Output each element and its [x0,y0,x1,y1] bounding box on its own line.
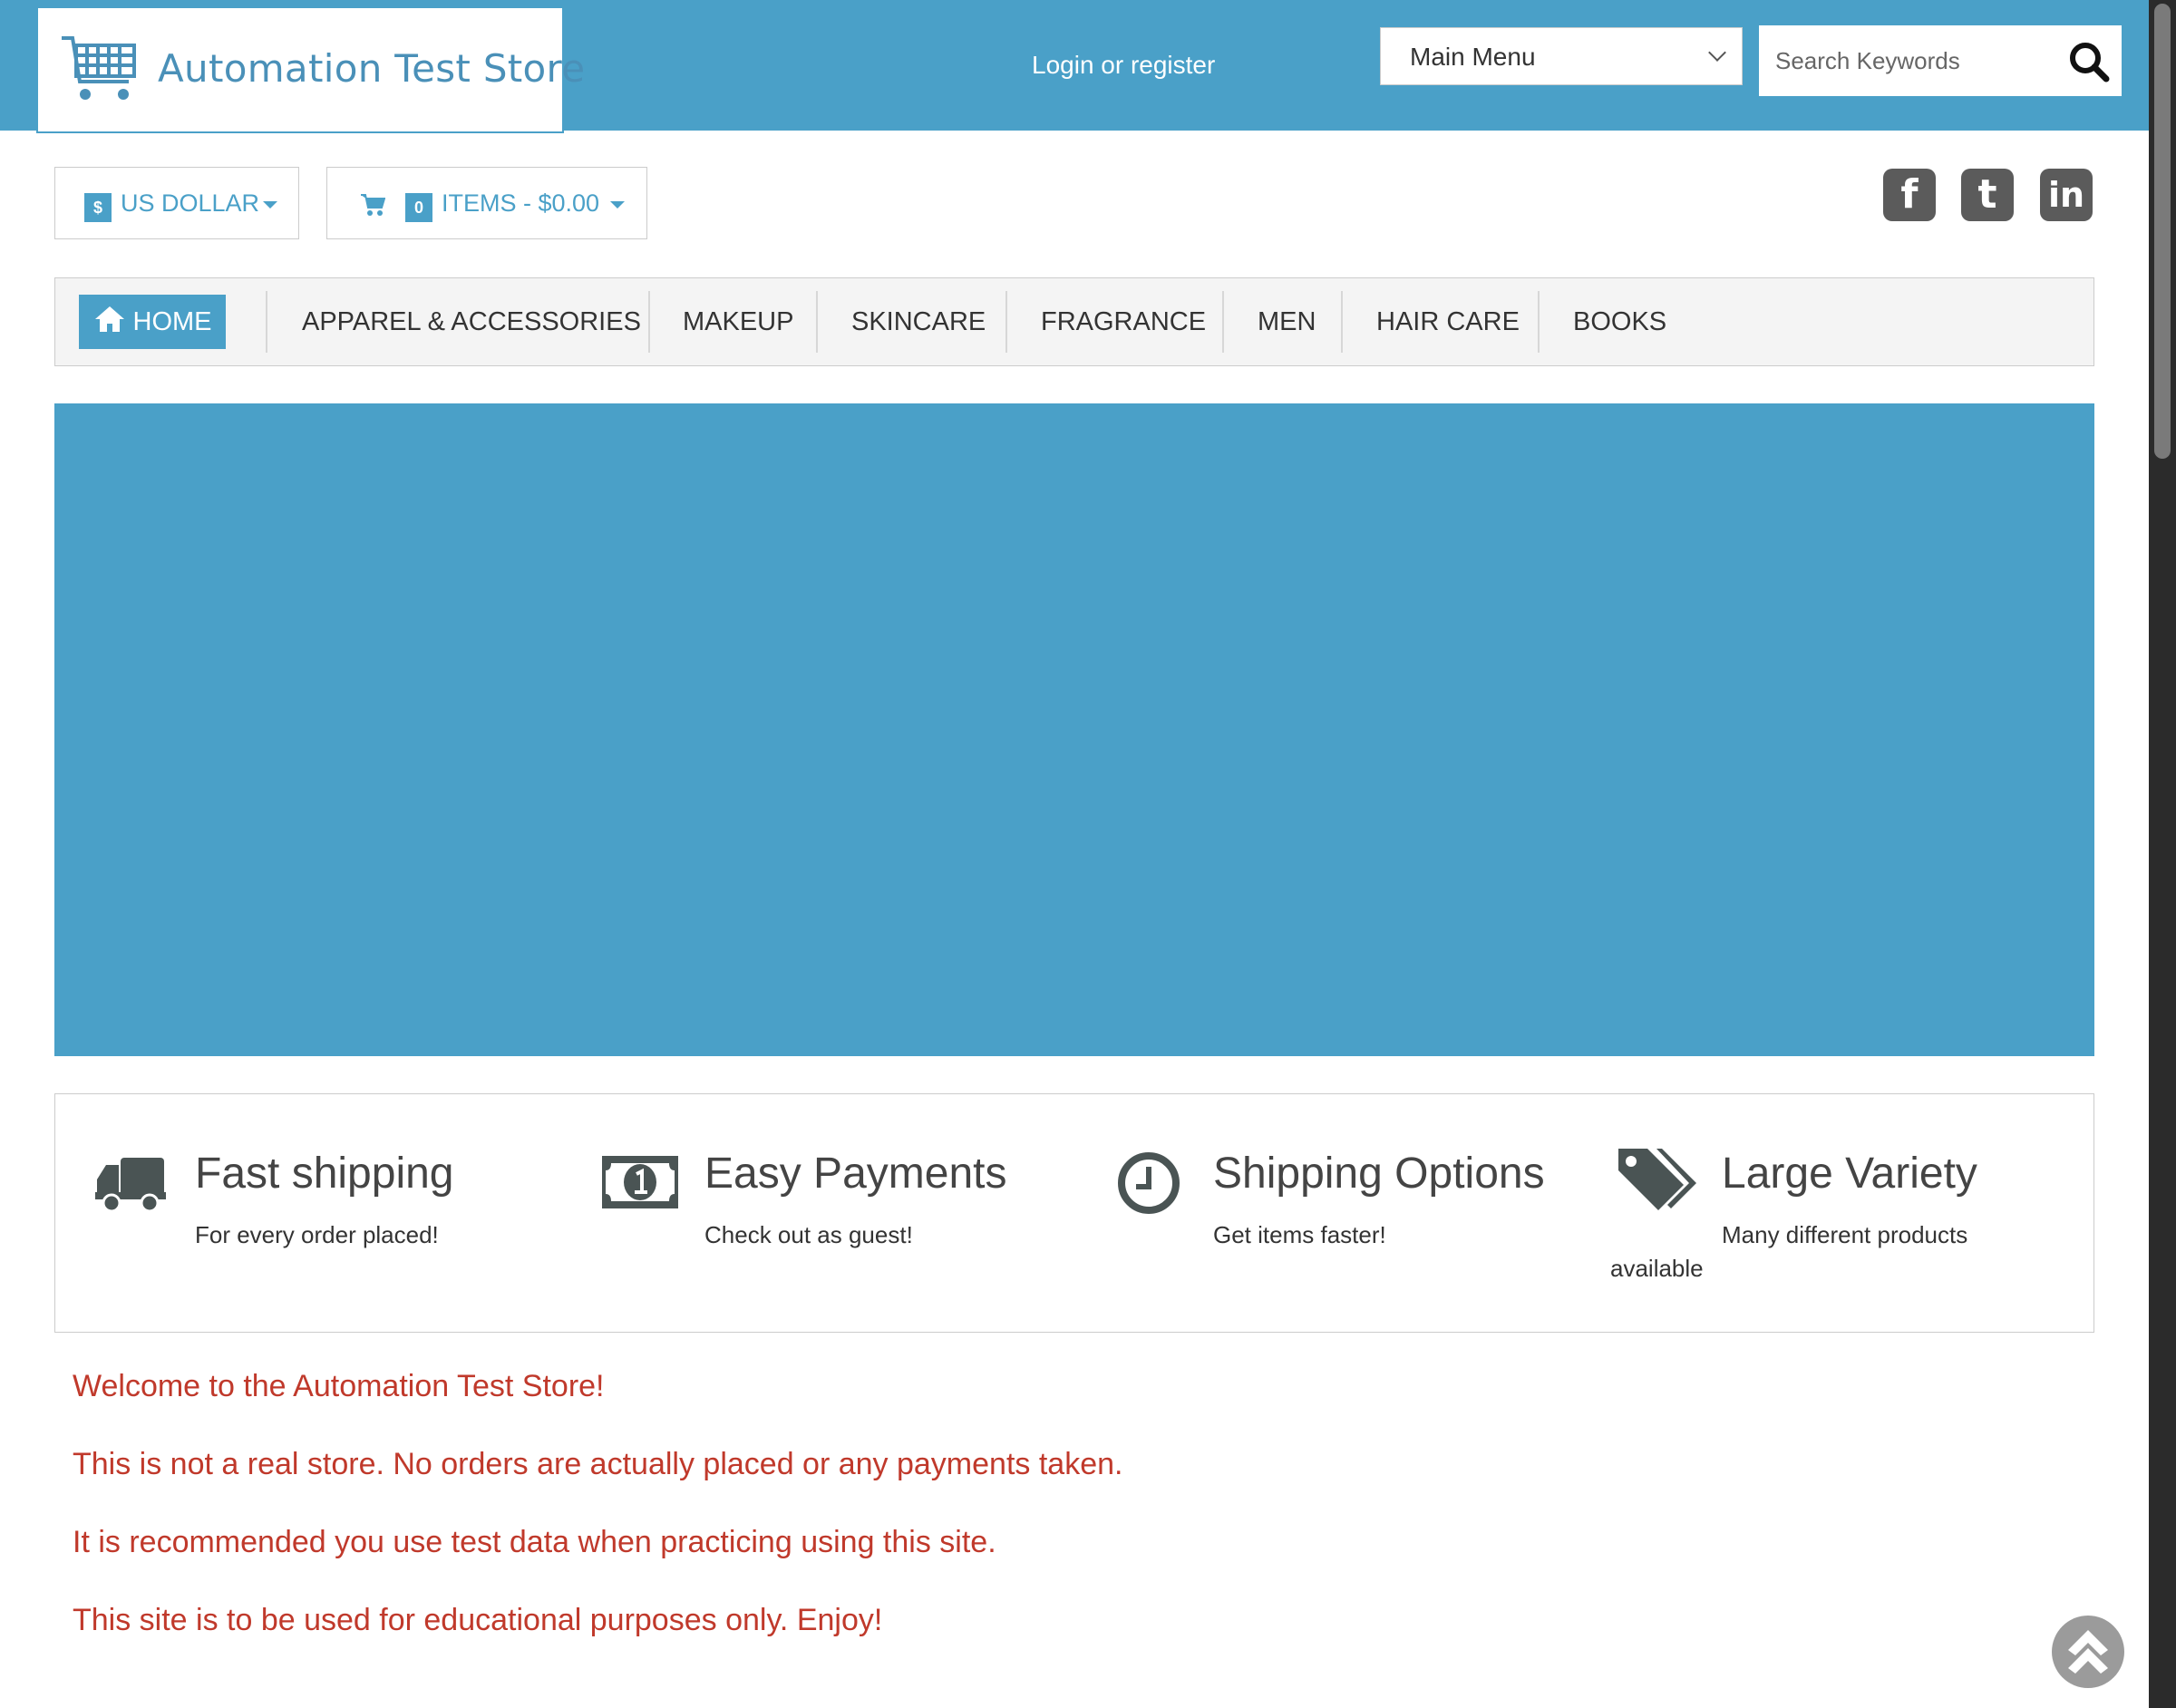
search-icon[interactable] [2067,40,2111,83]
feature-subtitle: Get items faster! [1213,1221,1386,1248]
main-menu-selected-value: Main Menu [1410,43,1536,71]
facebook-icon[interactable]: f [1883,169,1936,221]
cart-count-badge: 0 [405,193,432,222]
feature-title: Shipping Options [1213,1150,1545,1198]
truck-icon [95,1158,166,1213]
nav-separator [1538,291,1540,353]
welcome-message: Welcome to the Automation Test Store! [73,1369,605,1403]
nav-item-home[interactable]: HOME [79,295,226,349]
features-panel: Fast shipping For every order placed! Ea… [54,1093,2094,1333]
login-register-link[interactable]: Login or register [1032,51,1215,80]
feature-subtitle: Check out as guest! [704,1221,913,1248]
feature-subtitle: Many different products [1722,1221,1968,1248]
caret-down-icon [263,200,278,209]
nav-separator [266,291,267,353]
search-input[interactable] [1773,38,2049,83]
search-box [1759,25,2122,96]
shopping-cart-logo-icon [62,36,136,100]
main-menu-select[interactable]: Main Menu [1380,27,1743,85]
vertical-scrollbar[interactable] [2149,0,2176,1708]
linkedin-icon[interactable]: in [2040,169,2093,221]
nav-separator [1341,291,1343,353]
nav-item-fragrance[interactable]: FRAGRANCE [1041,278,1206,365]
nav-separator [816,291,818,353]
cart-summary-dropdown[interactable]: 0 ITEMS - $0.00 [326,167,647,239]
back-to-top-button[interactable] [2052,1616,2124,1688]
feature-subtitle-continued: available [1610,1255,1704,1282]
notice-line: It is recommended you use test data when… [73,1525,996,1559]
money-bill-icon [602,1156,678,1208]
chevron-down-icon [1708,44,1726,62]
notice-line: This is not a real store. No orders are … [73,1447,1123,1481]
nav-item-men[interactable]: MEN [1258,278,1316,365]
nav-item-skincare[interactable]: SKINCARE [851,278,986,365]
scrollbar-thumb[interactable] [2154,4,2171,459]
nav-separator [1222,291,1224,353]
notice-line: This site is to be used for educational … [73,1603,883,1637]
category-nav: HOME APPAREL & ACCESSORIES MAKEUP SKINCA… [54,277,2094,366]
nav-separator [1005,291,1007,353]
feature-title: Large Variety [1722,1150,1977,1198]
cart-total-label: ITEMS - $0.00 [442,189,626,218]
feature-title: Fast shipping [195,1150,454,1198]
double-chevron-up-icon [2068,1630,2108,1674]
tags-icon [1618,1149,1696,1210]
caret-down-icon [610,200,626,209]
twitter-icon[interactable]: t [1961,169,2014,221]
feature-title: Easy Payments [704,1150,1007,1198]
clock-icon [1118,1152,1180,1214]
feature-subtitle: For every order placed! [195,1221,439,1248]
nav-item-makeup[interactable]: MAKEUP [683,278,793,365]
hero-banner[interactable] [54,403,2094,1056]
currency-label: US DOLLAR [121,189,278,218]
currency-symbol-badge: $ [84,193,112,222]
nav-separator [648,291,650,353]
home-icon [94,306,124,332]
cart-icon [361,194,385,216]
nav-item-books[interactable]: BOOKS [1573,278,1666,365]
nav-item-hair-care[interactable]: HAIR CARE [1376,278,1520,365]
store-logo[interactable]: Automation Test Store [36,6,585,133]
currency-dropdown[interactable]: $ US DOLLAR [54,167,299,239]
store-name: Automation Test Store [158,46,586,91]
nav-item-apparel-accessories[interactable]: APPAREL & ACCESSORIES [302,278,641,365]
